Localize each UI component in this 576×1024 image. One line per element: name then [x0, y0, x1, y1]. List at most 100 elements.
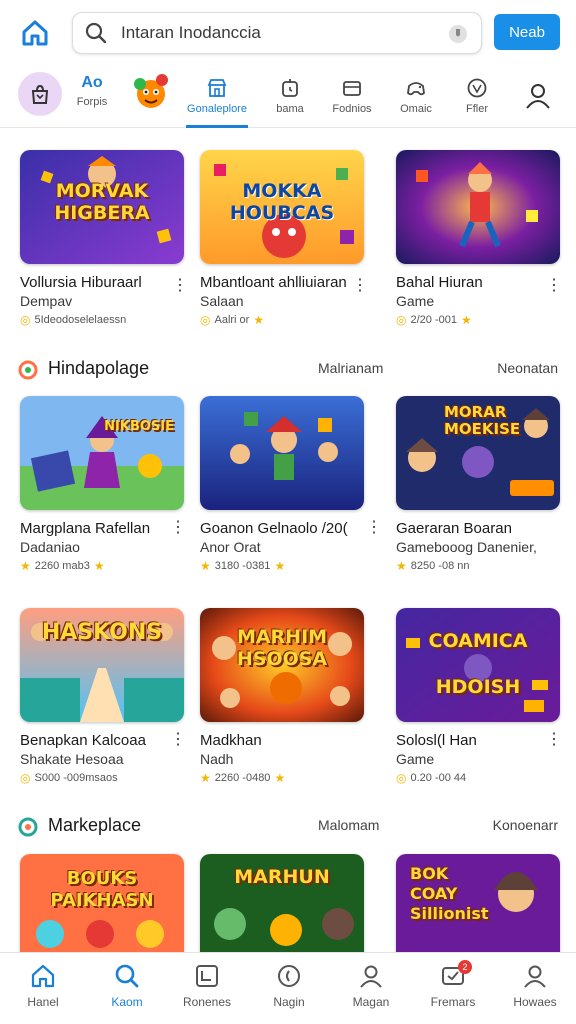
section-title: Markeplace: [48, 815, 142, 835]
search-icon: [85, 22, 107, 44]
nav-label: Hanel: [27, 995, 59, 1009]
game-meta-text: 2/20 -001: [410, 314, 457, 326]
timer-icon: [282, 79, 298, 97]
featured-tab-label: Forpis: [76, 96, 108, 108]
game-art-title: MARHIM HSOOSA: [236, 626, 328, 670]
game-card[interactable]: BOK COAY Sillionist: [396, 854, 562, 968]
game-card[interactable]: HASKONS Benapkan Kalcoaa Shakate Hesoaa …: [20, 608, 186, 785]
game-name: Vollursia Hiburaarl: [20, 274, 142, 291]
nav-library[interactable]: Ronenes: [172, 963, 242, 1019]
game-card[interactable]: MORAR MOEKISE Gaeraran Boaran Gamebooog …: [396, 396, 562, 573]
game-card[interactable]: BOUKS PAIKHASN: [20, 854, 186, 968]
game-art-title: HASKONS: [41, 620, 163, 645]
game-thumbnail[interactable]: MORVAK HIGBERA: [20, 150, 184, 264]
game-art-title: MORVAK HIGBERA: [54, 180, 150, 224]
mascot-icon[interactable]: [132, 72, 170, 110]
section-header: Hindapolage Malrianam Neonatan: [18, 356, 558, 384]
bottom-navigation: Hanel Kaom Ronenes Nagin Magan 2 Fremars…: [0, 952, 576, 1024]
tab-ffler[interactable]: Ffler: [450, 66, 504, 126]
section-see-all[interactable]: Neonatan: [497, 360, 558, 376]
tab-label: Ffler: [466, 103, 488, 115]
nav-tickets[interactable]: 2 Fremars: [418, 960, 488, 1019]
game-thumbnail[interactable]: NIKBOSIE: [20, 396, 184, 510]
home-button[interactable]: [16, 14, 54, 52]
game-thumbnail[interactable]: MARHUN: [200, 854, 364, 968]
tab-account[interactable]: [514, 66, 562, 126]
tab-bama[interactable]: bama: [262, 66, 318, 126]
game-art-title: BOUKS PAIKHASN: [50, 868, 154, 911]
star-icon: ★: [274, 559, 286, 573]
featured-tab[interactable]: Ao Forpis: [72, 74, 112, 108]
coin-icon: ◎: [396, 313, 407, 327]
game-name: Madkhan: [200, 732, 262, 749]
nav-compass[interactable]: Nagin: [254, 963, 324, 1019]
more-options-button[interactable]: ⋮: [352, 278, 368, 294]
game-meta: ◎ S000 -009msaos: [20, 771, 186, 785]
game-meta-text: 2260 mab3: [34, 560, 90, 572]
nav-profile[interactable]: Howaes: [500, 963, 570, 1019]
game-thumbnail[interactable]: [200, 396, 364, 510]
more-options-button[interactable]: ⋮: [170, 520, 186, 536]
nav-user[interactable]: Magan: [336, 963, 406, 1019]
game-thumbnail[interactable]: HASKONS: [20, 608, 184, 722]
game-card[interactable]: NIKBOSIE Margplana Rafellan Dadaniao ★ 22…: [20, 396, 186, 573]
more-options-button[interactable]: ⋮: [172, 278, 188, 294]
header-cta-button[interactable]: Neab: [494, 14, 560, 50]
compass-icon: [278, 965, 300, 987]
tab-label: Omaic: [400, 103, 432, 115]
tab-label: bama: [276, 103, 304, 115]
tab-fodnios[interactable]: Fodnios: [324, 66, 380, 126]
more-options-button[interactable]: ⋮: [546, 732, 562, 748]
user-icon: [526, 84, 550, 109]
game-card[interactable]: Bahal Hiuran Game ◎ 2/20 -001 ★ ⋮: [396, 150, 562, 327]
game-subtitle: Game: [396, 293, 435, 309]
game-meta: ★ 8250 -08 nn: [396, 559, 562, 573]
mic-icon[interactable]: [447, 23, 469, 45]
nav-home[interactable]: Hanel: [8, 963, 78, 1019]
game-thumbnail[interactable]: MARHIM HSOOSA: [200, 608, 364, 722]
wallet-icon: [343, 81, 361, 96]
game-card[interactable]: MORVAK HIGBERA Vollursia Hiburaarl Dempa…: [20, 150, 188, 327]
star-icon: ★: [200, 559, 211, 573]
shopping-bag-button[interactable]: [18, 72, 62, 116]
profile-icon: [524, 965, 546, 988]
game-card[interactable]: Goanon Gelnaolo /20( Anor Orat ★ 3180 -03…: [200, 396, 382, 573]
game-thumbnail[interactable]: BOUKS PAIKHASN: [20, 854, 184, 968]
game-thumbnail[interactable]: MORAR MOEKISE: [396, 396, 560, 510]
featured-tab-code: Ao: [81, 74, 103, 91]
game-card[interactable]: MARHIM HSOOSA Madkhan Nadh ★ 2260 -0480 ★: [200, 608, 366, 785]
coin-icon: ◎: [20, 313, 31, 327]
section-link[interactable]: Malrianam: [318, 360, 383, 376]
search-icon: [115, 964, 139, 988]
nav-search[interactable]: Kaom: [92, 963, 162, 1019]
game-subtitle: Dempav: [20, 293, 73, 309]
more-options-button[interactable]: ⋮: [170, 732, 186, 748]
game-name: Margplana Rafellan: [20, 520, 151, 537]
search-bar[interactable]: [72, 12, 482, 54]
store-icon: [207, 79, 227, 97]
game-thumbnail[interactable]: [396, 150, 560, 264]
game-name: Mbantloant ahlliuiaran: [200, 274, 347, 291]
game-art-title: BOK COAY Sillionist: [410, 864, 489, 923]
game-thumbnail[interactable]: MOKKA HOUBCAS: [200, 150, 364, 264]
game-thumbnail[interactable]: BOK COAY Sillionist: [396, 854, 560, 968]
tab-gonaleplore[interactable]: Gonaleplore: [186, 66, 248, 128]
section-see-all[interactable]: Konoenarr: [493, 817, 558, 833]
game-card[interactable]: MARHUN: [200, 854, 366, 968]
game-name: Bahal Hiuran: [396, 274, 483, 291]
library-icon: [196, 965, 218, 987]
game-art-title: MOKKA HOUBCAS: [229, 180, 335, 224]
star-icon: ★: [93, 559, 105, 573]
game-art: [20, 396, 184, 510]
top-bar: Neab: [0, 0, 576, 64]
category-tabs: Ao Forpis Gonaleplore bama Fodnios Omaic…: [0, 66, 576, 128]
game-card[interactable]: COAMICA HDOISH Solosl(l Han Game ◎ 0.20 -…: [396, 608, 562, 785]
search-input[interactable]: [121, 23, 421, 43]
game-thumbnail[interactable]: COAMICA HDOISH: [396, 608, 560, 722]
section-link[interactable]: Malomam: [318, 817, 379, 833]
more-options-button[interactable]: ⋮: [366, 520, 382, 536]
tab-omaic[interactable]: Omaic: [388, 66, 444, 126]
game-subtitle: Anor Orat: [200, 539, 261, 555]
game-card[interactable]: MOKKA HOUBCAS Mbantloant ahlliuiaran Sal…: [200, 150, 368, 327]
more-options-button[interactable]: ⋮: [546, 278, 562, 294]
